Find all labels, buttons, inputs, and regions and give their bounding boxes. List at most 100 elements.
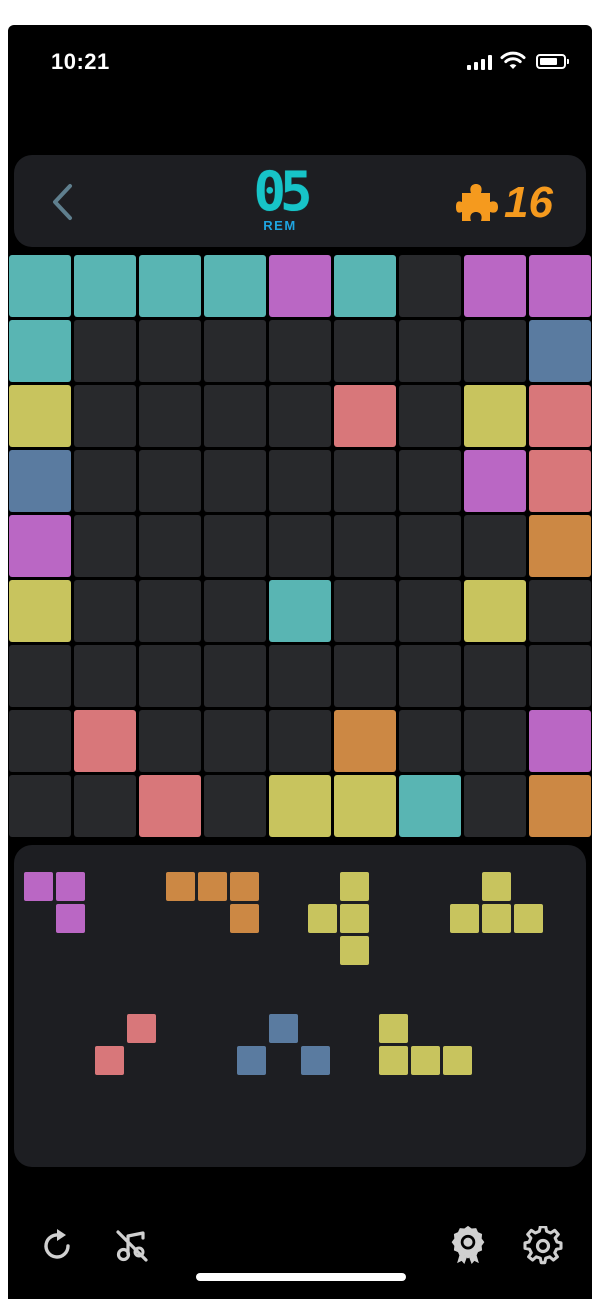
tray-piece-salmon[interactable]: [95, 1014, 156, 1075]
board-cell-empty[interactable]: [74, 385, 136, 447]
board-cell-empty[interactable]: [74, 515, 136, 577]
board-cell-teal[interactable]: [139, 255, 201, 317]
status-time: 10:21: [51, 49, 110, 74]
board-cell-empty[interactable]: [399, 580, 461, 642]
board-cell-empty[interactable]: [139, 320, 201, 382]
board-cell-empty[interactable]: [74, 450, 136, 512]
board-cell-purple[interactable]: [9, 515, 71, 577]
battery-icon: [536, 54, 569, 69]
board-cell-empty[interactable]: [74, 580, 136, 642]
board-cell-empty[interactable]: [139, 710, 201, 772]
board-cell-empty[interactable]: [464, 710, 526, 772]
board-cell-blue[interactable]: [9, 450, 71, 512]
board-cell-empty[interactable]: [529, 580, 591, 642]
achievements-button[interactable]: [448, 1224, 488, 1264]
board-cell-teal[interactable]: [204, 255, 266, 317]
remaining-label: REM: [263, 218, 297, 233]
board-cell-teal[interactable]: [9, 320, 71, 382]
piece-block: [450, 904, 479, 933]
board-cell-empty[interactable]: [399, 320, 461, 382]
board-cell-empty[interactable]: [464, 320, 526, 382]
board-cell-empty[interactable]: [204, 450, 266, 512]
board-cell-empty[interactable]: [399, 645, 461, 707]
tray-piece-yellow[interactable]: [450, 872, 543, 933]
board-cell-orange[interactable]: [334, 710, 396, 772]
board-cell-empty[interactable]: [399, 450, 461, 512]
board-cell-empty[interactable]: [74, 320, 136, 382]
board-cell-teal[interactable]: [399, 775, 461, 837]
board-cell-yellow[interactable]: [464, 580, 526, 642]
board-cell-purple[interactable]: [529, 255, 591, 317]
board-cell-empty[interactable]: [334, 320, 396, 382]
board-cell-empty[interactable]: [204, 320, 266, 382]
board-cell-empty[interactable]: [74, 645, 136, 707]
board-cell-empty[interactable]: [334, 515, 396, 577]
board-cell-empty[interactable]: [399, 515, 461, 577]
board-cell-empty[interactable]: [139, 645, 201, 707]
board-cell-empty[interactable]: [334, 580, 396, 642]
board-cell-yellow[interactable]: [9, 385, 71, 447]
board-cell-empty[interactable]: [269, 645, 331, 707]
board-cell-orange[interactable]: [529, 515, 591, 577]
board-cell-empty[interactable]: [9, 775, 71, 837]
board-cell-teal[interactable]: [9, 255, 71, 317]
board-cell-empty[interactable]: [334, 645, 396, 707]
board-cell-empty[interactable]: [269, 450, 331, 512]
board-cell-empty[interactable]: [74, 775, 136, 837]
board-cell-empty[interactable]: [269, 320, 331, 382]
board-cell-empty[interactable]: [204, 385, 266, 447]
board-cell-empty[interactable]: [269, 385, 331, 447]
tray-piece-yellow[interactable]: [308, 872, 369, 965]
board-cell-empty[interactable]: [464, 645, 526, 707]
board-cell-teal[interactable]: [74, 255, 136, 317]
board-cell-yellow[interactable]: [464, 385, 526, 447]
board-cell-empty[interactable]: [269, 710, 331, 772]
board-cell-purple[interactable]: [529, 710, 591, 772]
tray-piece-blue[interactable]: [237, 1014, 330, 1075]
back-button[interactable]: [48, 181, 78, 223]
board-cell-salmon[interactable]: [334, 385, 396, 447]
piece-block: [56, 872, 85, 901]
game-board[interactable]: [9, 255, 592, 839]
tray-piece-purple[interactable]: [24, 872, 85, 933]
tray-piece-orange[interactable]: [166, 872, 259, 933]
board-cell-empty[interactable]: [139, 385, 201, 447]
piece-block: [340, 872, 369, 901]
board-cell-empty[interactable]: [334, 450, 396, 512]
board-cell-purple[interactable]: [269, 255, 331, 317]
board-cell-salmon[interactable]: [529, 385, 591, 447]
board-cell-empty[interactable]: [399, 710, 461, 772]
board-cell-empty[interactable]: [399, 385, 461, 447]
board-cell-salmon[interactable]: [529, 450, 591, 512]
board-cell-purple[interactable]: [464, 255, 526, 317]
tray-piece-yellow[interactable]: [379, 1014, 472, 1075]
board-cell-orange[interactable]: [529, 775, 591, 837]
board-cell-empty[interactable]: [204, 710, 266, 772]
board-cell-yellow[interactable]: [334, 775, 396, 837]
board-cell-empty[interactable]: [204, 775, 266, 837]
board-cell-empty[interactable]: [464, 515, 526, 577]
board-cell-empty[interactable]: [529, 645, 591, 707]
board-cell-empty[interactable]: [9, 645, 71, 707]
board-cell-empty[interactable]: [139, 450, 201, 512]
restart-button[interactable]: [38, 1226, 78, 1266]
board-cell-salmon[interactable]: [139, 775, 201, 837]
board-cell-empty[interactable]: [269, 515, 331, 577]
board-cell-empty[interactable]: [139, 515, 201, 577]
board-cell-yellow[interactable]: [9, 580, 71, 642]
board-cell-yellow[interactable]: [269, 775, 331, 837]
sound-toggle-button[interactable]: [112, 1226, 152, 1266]
board-cell-empty[interactable]: [204, 580, 266, 642]
board-cell-salmon[interactable]: [74, 710, 136, 772]
board-cell-empty[interactable]: [464, 775, 526, 837]
board-cell-empty[interactable]: [204, 645, 266, 707]
board-cell-blue[interactable]: [529, 320, 591, 382]
board-cell-teal[interactable]: [334, 255, 396, 317]
settings-button[interactable]: [523, 1226, 563, 1266]
board-cell-empty[interactable]: [139, 580, 201, 642]
board-cell-empty[interactable]: [204, 515, 266, 577]
board-cell-empty[interactable]: [399, 255, 461, 317]
board-cell-empty[interactable]: [9, 710, 71, 772]
board-cell-teal[interactable]: [269, 580, 331, 642]
board-cell-purple[interactable]: [464, 450, 526, 512]
